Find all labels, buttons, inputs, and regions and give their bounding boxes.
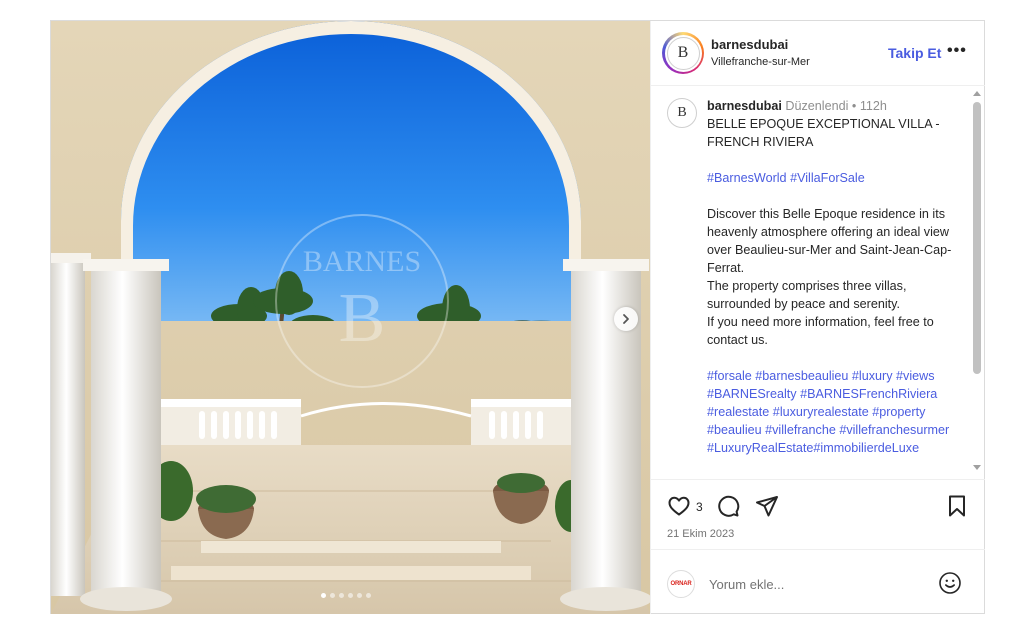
caption-hashtags-1[interactable]: #BarnesWorld #VillaForSale — [707, 169, 957, 187]
scroll-thumb[interactable] — [973, 102, 981, 374]
edited-label: Düzenlendi — [785, 99, 849, 113]
watermark-text: BARNES — [303, 245, 421, 278]
heart-icon[interactable] — [667, 494, 691, 523]
caption-avatar[interactable]: B — [667, 98, 697, 128]
commenter-avatar: ORNAR — [667, 570, 695, 598]
villa-photo: BARNES B — [51, 21, 650, 614]
post-photo[interactable]: BARNES B — [51, 21, 650, 614]
chevron-right-icon — [623, 314, 629, 324]
carousel-indicator — [321, 593, 371, 598]
emoji-icon[interactable] — [938, 571, 962, 600]
watermark-letter: B — [339, 280, 386, 357]
post-time: 112h — [859, 99, 887, 113]
caption-scroll-area[interactable]: B barnesdubai Düzenlendi • 112h BELLE EP… — [651, 85, 985, 479]
username-link[interactable]: barnesdubai — [711, 37, 788, 52]
carousel-dot — [348, 593, 353, 598]
post-details-panel: B barnesdubai Villefranche-sur-Mer Takip… — [650, 21, 985, 614]
carousel-dot — [330, 593, 335, 598]
location-link[interactable]: Villefranche-sur-Mer — [711, 56, 810, 68]
post-header: B barnesdubai Villefranche-sur-Mer Takip… — [651, 21, 985, 86]
like-count[interactable]: 3 — [696, 500, 703, 514]
bookmark-icon[interactable] — [945, 494, 969, 523]
share-icon[interactable] — [755, 494, 779, 523]
carousel-dot — [321, 593, 326, 598]
follow-button[interactable]: Takip Et — [888, 45, 941, 61]
scroll-down-arrow[interactable] — [973, 465, 981, 470]
scroll-up-arrow[interactable] — [973, 91, 981, 96]
post-date: 21 Ekim 2023 — [667, 528, 735, 540]
carousel-dot — [366, 593, 371, 598]
carousel-next-button[interactable] — [614, 307, 638, 331]
carousel-dot — [339, 593, 344, 598]
separator: • — [851, 99, 857, 113]
instagram-post: BARNES B B barnesdubai Villefranche-sur-… — [50, 20, 985, 614]
caption-body: Discover this Belle Epoque residence in … — [707, 207, 952, 347]
caption-scrollbar[interactable] — [972, 85, 982, 479]
comment-input[interactable] — [709, 575, 929, 593]
caption-hashtags-2[interactable]: #forsale #barnesbeaulieu #luxury #views … — [707, 367, 957, 457]
post-actions: 3 21 Ekim 2023 — [651, 479, 985, 550]
add-comment-bar: ORNAR — [651, 549, 985, 615]
profile-avatar[interactable]: B — [662, 32, 704, 74]
avatar-logo: B — [666, 36, 700, 70]
comment-icon[interactable] — [716, 494, 740, 523]
more-options-button[interactable]: ••• — [947, 42, 967, 60]
carousel-dot — [357, 593, 362, 598]
caption-username[interactable]: barnesdubai — [707, 99, 782, 113]
caption-title: BELLE EPOQUE EXCEPTIONAL VILLA - FRENCH … — [707, 117, 940, 149]
caption: barnesdubai Düzenlendi • 112h BELLE EPOQ… — [707, 97, 957, 457]
